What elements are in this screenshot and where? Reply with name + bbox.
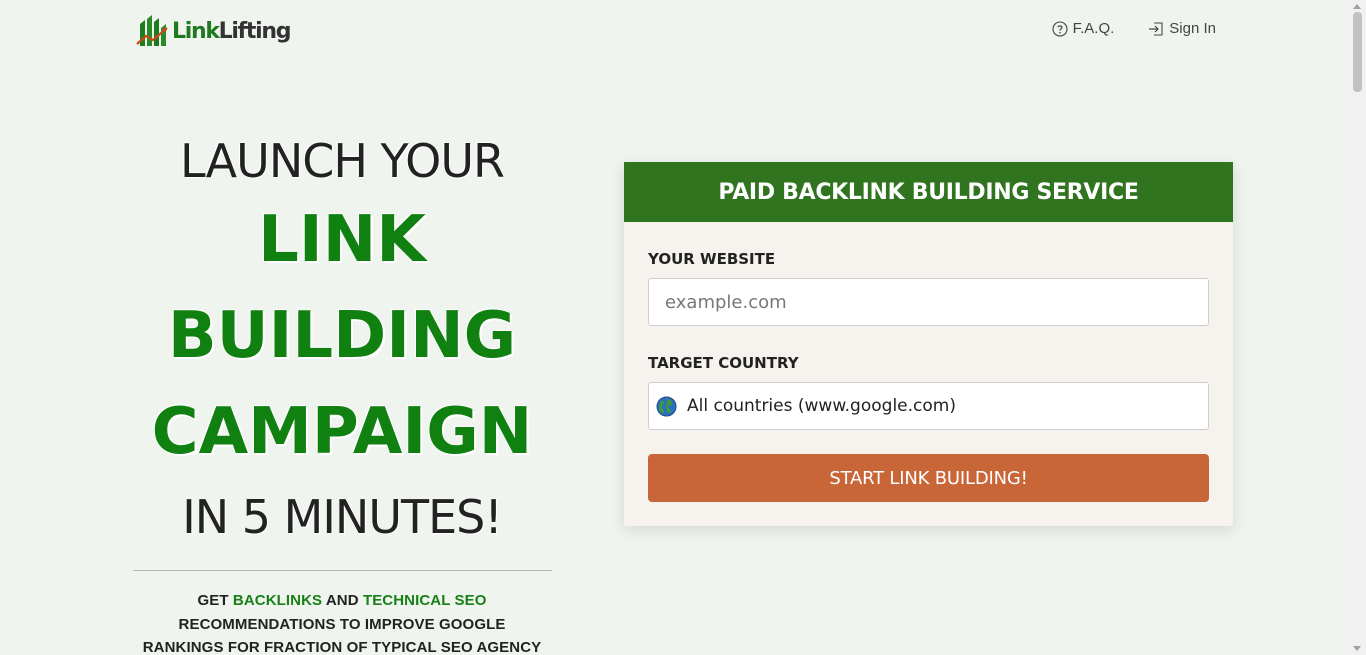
hero-divider <box>133 570 552 571</box>
nav-faq-link[interactable]: F.A.Q. <box>1052 20 1115 37</box>
logo-icon <box>136 15 168 46</box>
hero-sub-line3: RANKINGS FOR FRACTION OF TYPICAL SEO AGE… <box>142 639 542 655</box>
order-form-card: PAID BACKLINK BUILDING SERVICE YOUR WEBS… <box>624 162 1233 526</box>
country-select-value: All countries (www.google.com) <box>687 396 956 416</box>
logo-wordmark: LinkLifting <box>172 18 291 44</box>
backlinks-highlight: BACKLINKS <box>232 592 323 609</box>
country-label: TARGET COUNTRY <box>648 354 799 372</box>
country-select[interactable]: All countries (www.google.com) <box>648 382 1209 430</box>
hero-subtitle: GET BACKLINKS AND TECHNICAL SEO RECOMMEN… <box>132 589 552 655</box>
hero-line-launch: LAUNCH YOUR <box>180 134 505 188</box>
hero-line-campaign: CAMPAIGN <box>151 395 533 469</box>
sign-in-icon <box>1149 21 1163 36</box>
website-input[interactable] <box>648 278 1209 326</box>
top-nav: F.A.Q. Sign In <box>1052 20 1216 37</box>
hero-line-link: LINK <box>258 203 426 277</box>
hero-line-minutes: IN 5 MINUTES! <box>182 490 503 544</box>
hero-sub-line2: RECOMMENDATIONS TO IMPROVE GOOGLE <box>178 615 506 633</box>
hero-line-building: BUILDING <box>167 299 517 373</box>
hero-headline: LAUNCH YOUR LINK BUILDING CAMPAIGN IN 5 … <box>132 130 552 554</box>
nav-faq-label: F.A.Q. <box>1072 20 1115 37</box>
question-circle-icon <box>1052 20 1068 37</box>
website-label: YOUR WEBSITE <box>648 250 776 268</box>
nav-signin-label: Sign In <box>1169 20 1216 37</box>
scroll-thumb[interactable] <box>1353 12 1362 92</box>
start-link-building-button[interactable]: START LINK BUILDING! <box>648 454 1209 502</box>
hero-sub-line1: GET BACKLINKS AND TECHNICAL SEO <box>197 592 487 609</box>
logo[interactable]: LinkLifting <box>136 14 291 48</box>
technical-seo-highlight: TECHNICAL SEO <box>362 592 487 609</box>
globe-icon <box>656 396 677 416</box>
scroll-up-arrow-icon[interactable] <box>1353 4 1361 9</box>
page-scrollbar[interactable] <box>1349 0 1366 655</box>
form-title: PAID BACKLINK BUILDING SERVICE <box>624 162 1233 222</box>
scroll-down-arrow-icon[interactable] <box>1353 646 1361 651</box>
nav-signin-link[interactable]: Sign In <box>1148 20 1216 37</box>
